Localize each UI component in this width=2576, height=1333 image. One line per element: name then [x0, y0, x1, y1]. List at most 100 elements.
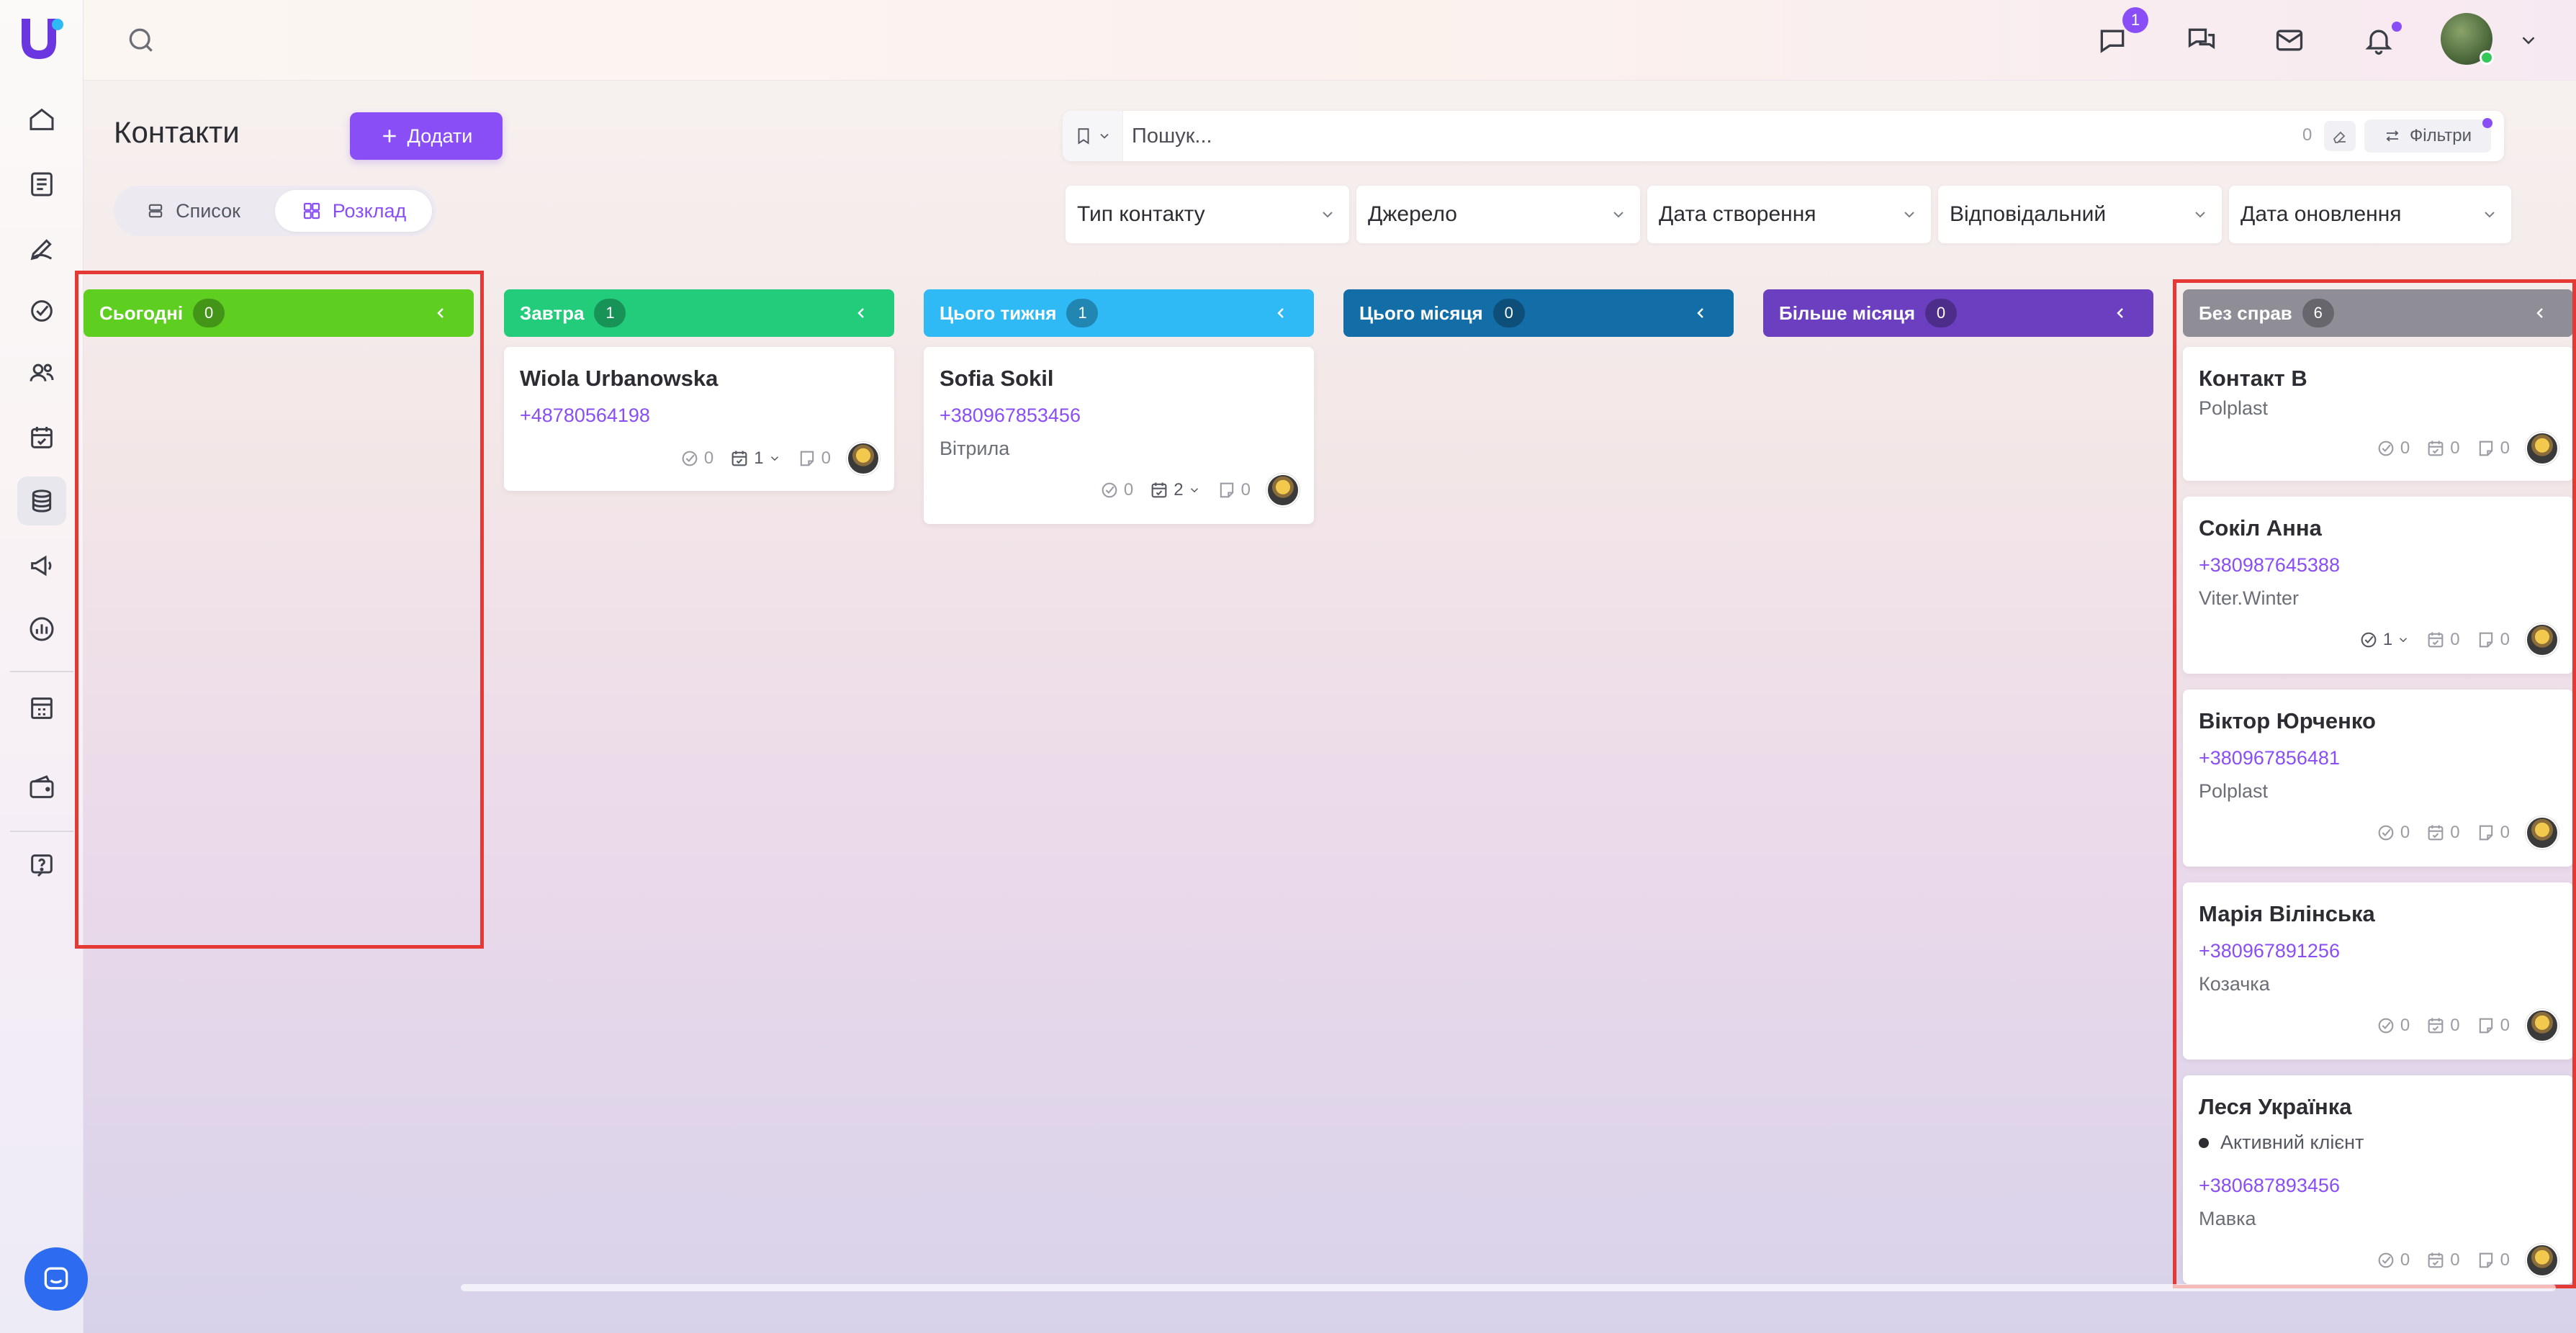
filter-source-label: Джерело — [1368, 202, 1457, 226]
chevron-left-icon[interactable] — [1692, 304, 1709, 322]
chevron-left-icon[interactable] — [2112, 304, 2129, 322]
contact-card[interactable]: Sofia Sokil +380967853456 Вітрила 0 2 0 — [924, 347, 1314, 524]
chat-icon[interactable] — [2181, 20, 2222, 60]
chevron-down-icon — [1613, 212, 1623, 218]
tasks-counter[interactable]: 0 — [1099, 480, 1133, 500]
contact-name[interactable]: Sofia Sokil — [940, 366, 1053, 392]
view-board-option[interactable]: Розклад — [275, 190, 432, 232]
spreadsheet-icon[interactable] — [17, 160, 66, 209]
tasks-counter[interactable]: 0 — [680, 448, 713, 469]
notes-count: 0 — [1240, 480, 1251, 500]
column-header[interactable]: Більше місяця 0 — [1763, 289, 2153, 337]
contact-company: Вітрила — [940, 438, 1010, 459]
chevron-down-icon — [2195, 212, 2205, 218]
check-circle-icon — [682, 451, 698, 466]
chevron-down-icon — [1190, 488, 1198, 493]
notification-dot — [2392, 22, 2402, 32]
saved-filters-button[interactable] — [1063, 111, 1123, 161]
filter-responsible-label: Відповідальний — [1950, 202, 2107, 226]
database-icon[interactable] — [17, 476, 66, 525]
column-title: Завтра — [520, 302, 585, 324]
filter-created-date-label: Дата створення — [1659, 202, 1816, 226]
contact-phone[interactable]: +48780564198 — [520, 405, 650, 427]
column-this-month: Цього місяця 0 — [1343, 289, 1734, 337]
calendar-check-icon — [1151, 482, 1167, 498]
filter-sliders-icon — [2386, 130, 2399, 142]
column-header[interactable]: Цього місяця 0 — [1343, 289, 1734, 337]
filter-source[interactable]: Джерело — [1356, 186, 1640, 243]
filter-updated-date[interactable]: Дата оновлення — [2229, 186, 2511, 243]
chevron-down-icon — [1904, 212, 1914, 218]
filters-button[interactable]: Фільтри — [2364, 119, 2491, 153]
pen-icon[interactable] — [17, 225, 66, 274]
users-icon[interactable] — [17, 348, 66, 397]
contact-card[interactable]: Wiola Urbanowska +48780564198 0 1 0 — [504, 347, 894, 491]
search-icon[interactable] — [121, 20, 161, 60]
sidebar-divider — [10, 671, 73, 672]
help-icon[interactable] — [17, 841, 66, 890]
sidebar-divider — [10, 831, 73, 832]
add-contact-button[interactable]: Додати — [350, 112, 503, 160]
column-tomorrow: Завтра 1 Wiola Urbanowska +48780564198 0… — [504, 289, 894, 491]
chevron-down-icon — [770, 456, 778, 461]
search-bar: 0 Фільтри — [1063, 111, 2504, 161]
chevron-down-icon[interactable] — [2514, 26, 2543, 55]
notes-counter[interactable]: 0 — [1217, 480, 1251, 500]
tasks-count: 0 — [1123, 480, 1134, 500]
grid-icon — [303, 202, 320, 220]
column-title: Більше місяця — [1779, 302, 1916, 324]
chevron-down-icon — [1323, 212, 1333, 218]
note-icon — [1220, 482, 1233, 498]
clear-search-button[interactable] — [2324, 121, 2356, 151]
filter-contact-type[interactable]: Тип контакту — [1066, 186, 1349, 243]
events-counter[interactable]: 1 — [729, 448, 780, 469]
contact-phone[interactable]: +380967853456 — [940, 405, 1081, 427]
megaphone-icon[interactable] — [17, 541, 66, 590]
column-count: 1 — [1066, 299, 1099, 327]
column-title: Цього тижня — [940, 302, 1057, 324]
check-circle-icon[interactable] — [17, 286, 66, 335]
home-icon[interactable] — [17, 95, 66, 144]
eraser-icon — [2333, 131, 2346, 143]
search-input[interactable] — [1132, 111, 2212, 161]
online-status-dot — [2480, 50, 2494, 65]
mail-icon[interactable] — [2269, 20, 2310, 60]
notes-counter[interactable]: 0 — [797, 448, 831, 469]
wallet-icon[interactable] — [17, 763, 66, 812]
owner-avatar[interactable] — [1266, 474, 1300, 507]
filter-responsible[interactable]: Відповідальний — [1938, 186, 2222, 243]
sidebar — [0, 0, 88, 1333]
note-icon — [800, 451, 814, 466]
chevron-down-icon — [2485, 212, 2495, 218]
column-header[interactable]: Завтра 1 — [504, 289, 894, 337]
view-toggle: Список Розклад — [114, 186, 436, 236]
card-footer: 0 1 0 — [680, 442, 880, 475]
filters-label: Фільтри — [2410, 126, 2472, 145]
filter-created-date[interactable]: Дата створення — [1647, 186, 1931, 243]
column-this-week: Цього тижня 1 Sofia Sokil +380967853456 … — [924, 289, 1314, 524]
contact-name[interactable]: Wiola Urbanowska — [520, 366, 718, 392]
column-count: 0 — [1492, 299, 1525, 327]
chevron-left-icon[interactable] — [852, 304, 870, 322]
column-header[interactable]: Цього тижня 1 — [924, 289, 1314, 337]
page-title: Контакти — [114, 115, 240, 149]
support-chat-button[interactable] — [24, 1247, 88, 1311]
events-counter[interactable]: 2 — [1149, 480, 1200, 500]
list-icon — [148, 204, 163, 218]
filter-contact-type-label: Тип контакту — [1077, 202, 1205, 226]
calendar-check-icon[interactable] — [17, 413, 66, 462]
view-list-option[interactable]: Список — [128, 190, 258, 232]
building-icon[interactable] — [17, 684, 66, 733]
column-count: 0 — [1925, 299, 1958, 327]
chevron-left-icon[interactable] — [1272, 304, 1289, 322]
calendar-check-icon — [731, 451, 747, 466]
chart-icon[interactable] — [17, 605, 66, 654]
app-logo[interactable] — [17, 16, 66, 60]
owner-avatar[interactable] — [847, 442, 880, 475]
card-footer: 0 2 0 — [1099, 474, 1300, 507]
events-count: 1 — [754, 448, 764, 468]
add-button-label: Додати — [407, 125, 473, 147]
column-count: 1 — [594, 299, 626, 327]
horizontal-scrollbar[interactable] — [461, 1284, 2556, 1291]
highlight-box — [75, 271, 484, 949]
